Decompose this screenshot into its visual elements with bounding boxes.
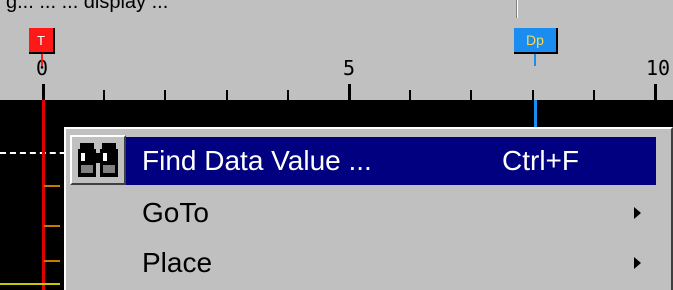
- marker-dp-stem: [534, 54, 536, 66]
- ruler-major-tick: [654, 84, 657, 100]
- menu-item-label: GoTo: [142, 197, 209, 228]
- ruler-minor-tick: [593, 90, 595, 100]
- marker-t-flag[interactable]: T: [29, 28, 55, 54]
- ruler-minor-tick: [103, 90, 105, 100]
- marker-dp-flag[interactable]: Dp: [514, 28, 558, 54]
- submenu-arrow-icon: [634, 207, 641, 219]
- ruler-minor-tick: [164, 90, 166, 100]
- top-text-strip: g... ... ... display ...: [0, 0, 673, 18]
- ruler-minor-tick: [287, 90, 289, 100]
- binoculars-icon-frame: [70, 135, 126, 185]
- menu-item-label: Find Data Value ...: [142, 145, 372, 176]
- marker-dp-label: Dp: [526, 32, 544, 48]
- ruler-minor-tick: [532, 90, 534, 100]
- ruler-minor-tick: [409, 90, 411, 100]
- top-partial-text: g... ... ... display ...: [6, 0, 169, 13]
- marker-t-label: T: [37, 32, 45, 48]
- ruler-minor-tick: [226, 90, 228, 100]
- menu-item-place[interactable]: Place: [72, 239, 656, 287]
- menu-item-find-data-value[interactable]: Find Data Value ... Ctrl+F: [72, 137, 656, 185]
- menu-item-shortcut: Ctrl+F: [502, 145, 579, 176]
- marker-t-stem: [41, 54, 43, 66]
- left-trace-ticks: [44, 185, 60, 262]
- context-menu: Find Data Value ... Ctrl+F GoTo Place: [64, 127, 673, 290]
- strip-separator-highlight: [517, 0, 518, 18]
- ruler-minor-tick: [470, 90, 472, 100]
- ruler-ticks: [42, 84, 657, 100]
- menu-item-label: Place: [142, 247, 213, 278]
- menu-item-goto[interactable]: GoTo: [72, 189, 656, 237]
- time-ruler[interactable]: 0 5 10: [0, 18, 673, 100]
- ruler-major-tick: [42, 84, 45, 100]
- ruler-major-tick: [348, 84, 351, 100]
- cursor-dp-line: [534, 100, 537, 130]
- binoculars-icon: [78, 143, 118, 177]
- submenu-arrow-icon: [634, 257, 641, 269]
